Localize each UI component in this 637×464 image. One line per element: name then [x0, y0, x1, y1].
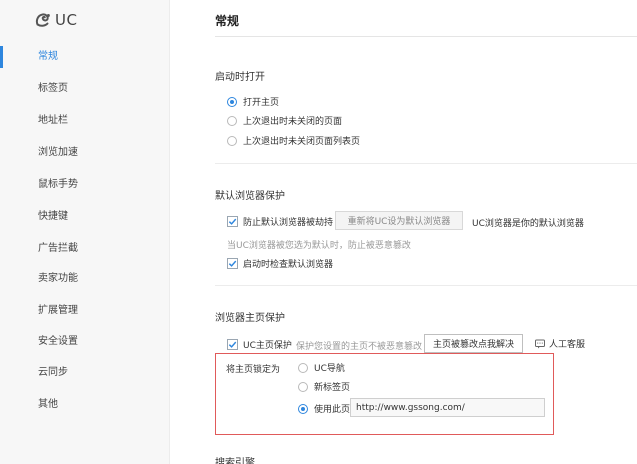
checkmark-icon	[228, 260, 237, 267]
lock-option-label: 使用此页	[314, 405, 351, 415]
homepage-protect-hint: 保护您设置的主页不被恶意篡改	[296, 342, 423, 352]
uc-logo: UC	[34, 10, 77, 30]
homepage-url-input[interactable]	[350, 398, 545, 417]
homepage-section-title: 浏览器主页保护	[215, 313, 285, 324]
sidebar-item-other[interactable]: 其他	[0, 391, 170, 419]
sidebar-item-seller[interactable]: 卖家功能	[0, 265, 170, 293]
default-browser-hint: 当UC浏览器被您选为默认时，防止被恶意篡改	[227, 241, 411, 251]
sidebar-item-general[interactable]: 常规	[0, 43, 170, 71]
sidebar-item-address-bar[interactable]: 地址栏	[0, 107, 170, 135]
radio[interactable]	[298, 362, 308, 373]
homepage-protect-label: UC主页保护	[243, 341, 292, 351]
lock-homepage-label: 将主页锁定为	[226, 365, 281, 375]
sidebar-item-security[interactable]: 安全设置	[0, 328, 170, 356]
lock-option-label: 新标签页	[314, 383, 351, 393]
squirrel-logo-icon	[35, 13, 50, 27]
radio-selected[interactable]	[227, 96, 237, 107]
check-on-startup-label: 启动时检查默认浏览器	[243, 260, 334, 270]
sidebar-item-cloud-sync[interactable]: 云同步	[0, 359, 170, 387]
section-divider	[215, 285, 637, 286]
sidebar-item-mouse-gestures[interactable]: 鼠标手势	[0, 171, 170, 199]
homepage-fix-button[interactable]: 主页被篡改点我解决	[424, 334, 523, 353]
startup-option-last-pages[interactable]: 上次退出时未关闭的页面	[227, 114, 342, 127]
default-browser-status: UC浏览器是你的默认浏览器	[472, 219, 584, 229]
sidebar-item-acceleration[interactable]: 浏览加速	[0, 139, 170, 167]
startup-option-home[interactable]: 打开主页	[227, 95, 279, 108]
manual-service-link[interactable]: 人工客服	[535, 337, 585, 350]
startup-section-title: 启动时打开	[215, 72, 265, 83]
check-on-startup-checkbox[interactable]: 启动时检查默认浏览器	[227, 257, 333, 270]
prevent-hijack-checkbox[interactable]: 防止默认浏览器被劫持	[227, 215, 333, 228]
startup-option-label: 上次退出时未关闭页面列表页	[243, 137, 361, 147]
title-divider	[215, 36, 637, 37]
sidebar-item-shortcuts[interactable]: 快捷键	[0, 203, 170, 231]
homepage-protect-checkbox[interactable]: UC主页保护	[227, 338, 292, 351]
radio[interactable]	[227, 115, 237, 126]
logo-text: UC	[55, 11, 78, 29]
chat-bubble-icon	[535, 339, 545, 348]
lock-option-new-tab[interactable]: 新标签页	[298, 380, 350, 393]
sidebar-item-ad-block[interactable]: 广告拦截	[0, 235, 170, 263]
manual-service-label: 人工客服	[549, 340, 586, 350]
startup-option-label: 打开主页	[243, 98, 280, 108]
sidebar-item-extensions[interactable]: 扩展管理	[0, 297, 170, 325]
sidebar: UC 常规 标签页 地址栏 浏览加速 鼠标手势 快捷键 广告拦截 卖家功能 扩展…	[0, 0, 170, 464]
checkmark-icon	[228, 341, 237, 348]
page-title: 常规	[215, 14, 240, 28]
radio-selected[interactable]	[298, 403, 308, 414]
prevent-hijack-label: 防止默认浏览器被劫持	[243, 218, 334, 228]
search-engine-section-title: 搜索引擎	[215, 458, 255, 464]
default-browser-section-title: 默认浏览器保护	[215, 191, 285, 202]
radio[interactable]	[227, 135, 237, 146]
checkbox-checked[interactable]	[227, 339, 238, 350]
checkbox-checked[interactable]	[227, 216, 238, 227]
checkmark-icon	[228, 218, 237, 225]
lock-option-label: UC导航	[314, 364, 345, 374]
startup-option-last-list[interactable]: 上次退出时未关闭页面列表页	[227, 134, 360, 147]
startup-option-label: 上次退出时未关闭的页面	[243, 117, 343, 127]
lock-option-uc-nav[interactable]: UC导航	[298, 361, 345, 374]
section-divider	[215, 163, 637, 164]
radio[interactable]	[298, 381, 308, 392]
sidebar-item-tabs[interactable]: 标签页	[0, 75, 170, 103]
set-default-browser-button[interactable]: 重新将UC设为默认浏览器	[335, 211, 463, 230]
lock-option-use-this-page[interactable]: 使用此页	[298, 402, 350, 415]
checkbox-checked[interactable]	[227, 258, 238, 269]
